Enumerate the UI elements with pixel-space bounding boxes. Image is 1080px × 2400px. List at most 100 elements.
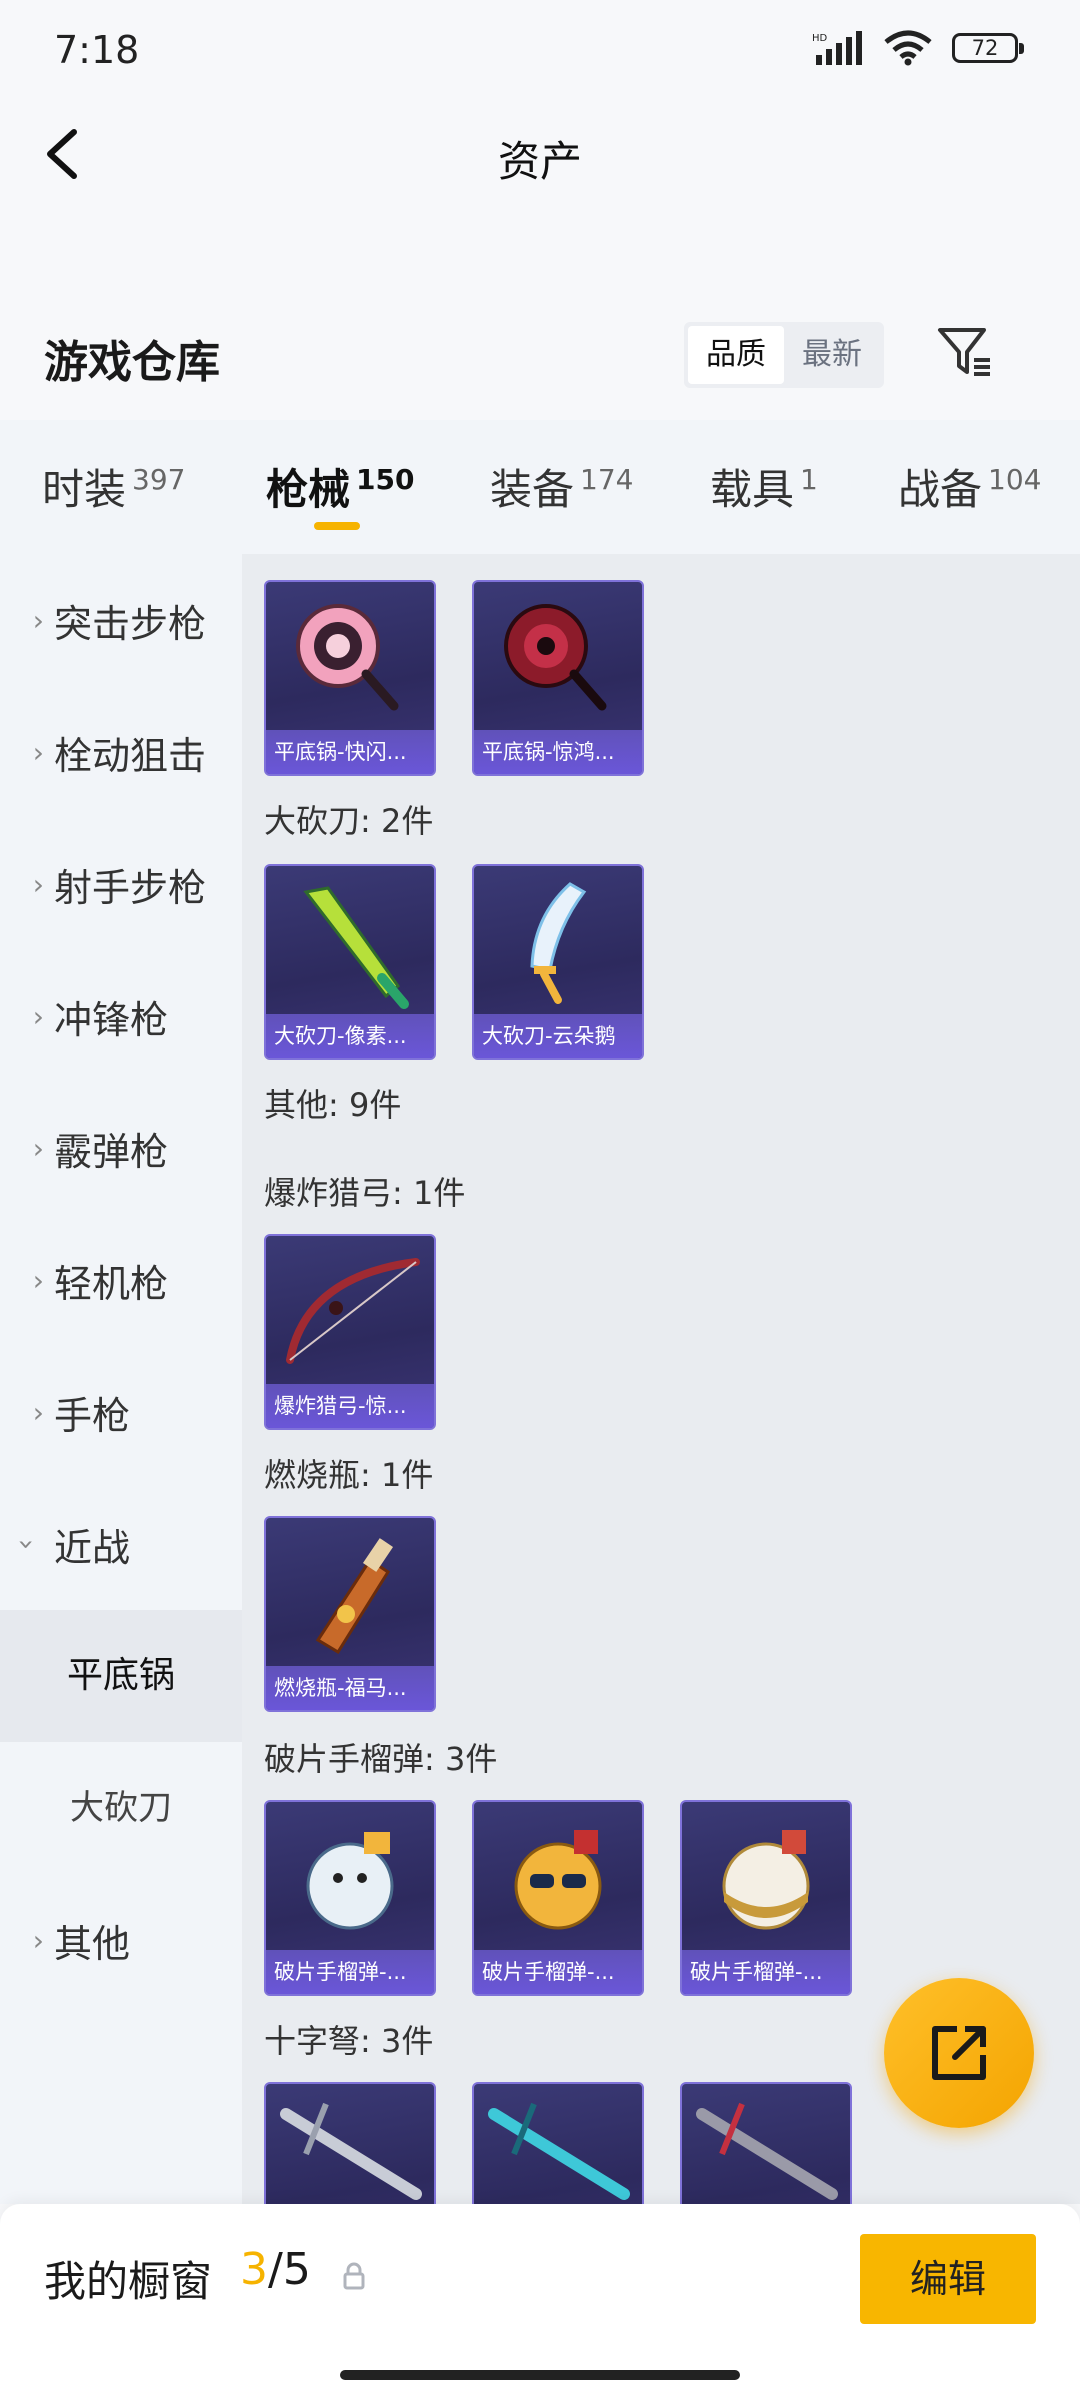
- page-title: 资产: [497, 137, 582, 186]
- signal-icon: HD: [812, 31, 862, 65]
- grenade-gold-icon: [722, 1830, 810, 1930]
- tab-count: 150: [356, 463, 415, 496]
- chevron-right-icon: ›: [32, 603, 44, 637]
- item-card[interactable]: 破片手榴弹-...: [472, 1800, 644, 1996]
- item-grid: 平底锅-快闪... 平底锅-惊鸿... 大砍刀: 2件 大砍刀-像素... 大砍…: [242, 554, 1080, 2204]
- battery-icon: 72: [952, 33, 1024, 63]
- sidebar-item-marksman-rifle[interactable]: › 射手步枪: [0, 818, 242, 950]
- item-card[interactable]: [680, 2082, 852, 2204]
- section-title: 破片手榴弹: 3件: [264, 1740, 498, 1778]
- warehouse-title: 游戏仓库: [44, 337, 220, 388]
- item-card-label: 爆炸猎弓-惊...: [266, 1384, 434, 1428]
- sidebar-item-lmg[interactable]: › 轻机枪: [0, 1214, 242, 1346]
- tab-label: 时装: [42, 465, 127, 514]
- sidebar-item-label: 射手步枪: [54, 865, 207, 910]
- crossbow-silver-icon: [280, 2102, 422, 2200]
- molotov-bottle-icon: [315, 1538, 394, 1655]
- sidebar-subitem-frying-pan[interactable]: 平底锅: [0, 1610, 242, 1742]
- item-card[interactable]: 大砍刀-像素...: [264, 864, 436, 1060]
- item-card[interactable]: 燃烧瓶-福马...: [264, 1516, 436, 1712]
- tab-label: 装备: [490, 465, 575, 514]
- item-card[interactable]: 破片手榴弹-...: [680, 1800, 852, 1996]
- item-card-label: 大砍刀-像素...: [266, 1014, 434, 1058]
- sidebar-item-bolt-sniper[interactable]: › 栓动狙击: [0, 686, 242, 818]
- filter-icon[interactable]: [934, 322, 994, 382]
- active-tab-indicator: [314, 522, 360, 530]
- sidebar-item-smg[interactable]: › 冲锋枪: [0, 950, 242, 1082]
- frying-pan-red-icon: [504, 604, 607, 711]
- lock-icon: [343, 2262, 365, 2290]
- tab-fashion[interactable]: 时装 397: [42, 456, 185, 517]
- item-card[interactable]: [264, 2082, 436, 2204]
- grenade-sunglasses-icon: [514, 1830, 602, 1930]
- wifi-icon: [884, 30, 932, 66]
- crossbow-cyan-icon: [488, 2102, 630, 2200]
- chevron-right-icon: ›: [32, 1395, 44, 1429]
- showcase-count: 3/5: [240, 2244, 311, 2295]
- sidebar-item-label: 栓动狙击: [54, 733, 207, 778]
- home-indicator[interactable]: [340, 2370, 740, 2380]
- chevron-right-icon: ›: [32, 1263, 44, 1297]
- status-bar: 7:18 HD 72: [0, 0, 1080, 100]
- item-card-label: 燃烧瓶-福马...: [266, 1666, 434, 1710]
- category-tabs: 时装 397 枪械 150 装备 174 载具 1 战备 104: [0, 420, 1080, 554]
- section-title: 其他: 9件: [264, 1086, 402, 1124]
- showcase-total: /5: [268, 2244, 311, 2295]
- sidebar-item-label: 近战: [54, 1525, 131, 1570]
- sidebar-item-melee[interactable]: › 近战: [0, 1478, 242, 1610]
- sidebar-item-assault-rifle[interactable]: › 突击步枪: [0, 554, 242, 686]
- sidebar-item-pistol[interactable]: › 手枪: [0, 1346, 242, 1478]
- sidebar-item-other[interactable]: › 其他: [0, 1874, 242, 2006]
- category-sidebar: › 突击步枪 › 栓动狙击 › 射手步枪 › 冲锋枪 › 霰弹枪 › 轻机枪 › 手枪 › 近战…: [0, 554, 242, 2204]
- explosive-bow-icon: [286, 1258, 420, 1364]
- sidebar-subitem-machete[interactable]: 大砍刀: [0, 1742, 242, 1874]
- chevron-right-icon: ›: [32, 1923, 44, 1957]
- sidebar-item-label: 轻机枪: [54, 1261, 169, 1306]
- status-icons: HD 72: [812, 30, 1024, 66]
- item-card-label: 平底锅-惊鸿...: [474, 730, 642, 774]
- tab-label: 枪械: [266, 465, 351, 514]
- item-card[interactable]: 平底锅-惊鸿...: [472, 580, 644, 776]
- tab-count: 104: [988, 463, 1042, 496]
- showcase-current: 3: [240, 2244, 268, 2295]
- sidebar-item-label: 霰弹枪: [54, 1129, 169, 1174]
- sidebar-item-label: 冲锋枪: [54, 997, 169, 1042]
- tab-count: 1: [800, 463, 818, 496]
- item-card[interactable]: 大砍刀-云朵鹅: [472, 864, 644, 1060]
- tab-firearms[interactable]: 枪械 150: [266, 456, 414, 517]
- chevron-down-icon: ›: [10, 1538, 44, 1550]
- machete-goose-icon: [530, 882, 587, 1004]
- chevron-right-icon: ›: [32, 735, 44, 769]
- tab-label: 载具: [710, 465, 795, 514]
- item-card-label: 大砍刀-云朵鹅: [474, 1014, 642, 1058]
- svg-text:HD: HD: [812, 33, 828, 44]
- item-card[interactable]: 爆炸猎弓-惊...: [264, 1234, 436, 1430]
- item-card-label: 破片手榴弹-...: [266, 1950, 434, 1994]
- showcase-label: 我的橱窗: [44, 2257, 213, 2306]
- item-card-label: 破片手榴弹-...: [474, 1950, 642, 1994]
- section-title: 大砍刀: 2件: [264, 802, 434, 840]
- sidebar-item-label: 突击步枪: [54, 601, 207, 646]
- section-title: 燃烧瓶: 1件: [264, 1456, 434, 1494]
- tab-equipment[interactable]: 装备 174: [490, 456, 633, 517]
- grenade-snowman-icon: [306, 1832, 394, 1930]
- sort-quality-option[interactable]: 品质: [688, 326, 784, 384]
- frying-pan-pink-icon: [296, 604, 399, 711]
- section-title: 爆炸猎弓: 1件: [264, 1174, 466, 1212]
- chevron-right-icon: ›: [32, 867, 44, 901]
- edit-button[interactable]: 编辑: [860, 2234, 1036, 2324]
- item-card[interactable]: 平底锅-快闪...: [264, 580, 436, 776]
- item-card[interactable]: 破片手榴弹-...: [264, 1800, 436, 1996]
- share-fab-button[interactable]: [884, 1978, 1034, 2128]
- section-title: 十字弩: 3件: [264, 2022, 434, 2060]
- item-card[interactable]: [472, 2082, 644, 2204]
- sidebar-item-label: 手枪: [54, 1393, 131, 1438]
- sort-toggle: 品质 最新: [684, 322, 884, 388]
- tab-vehicles[interactable]: 载具 1: [710, 456, 818, 517]
- tab-combat-gear[interactable]: 战备 104: [898, 456, 1041, 517]
- sort-newest-option[interactable]: 最新: [784, 326, 880, 384]
- sidebar-item-shotgun[interactable]: › 霰弹枪: [0, 1082, 242, 1214]
- machete-pixel-icon: [303, 886, 409, 1009]
- sidebar-item-label: 其他: [54, 1921, 131, 1966]
- warehouse-header: 游戏仓库 品质 最新: [0, 300, 1080, 420]
